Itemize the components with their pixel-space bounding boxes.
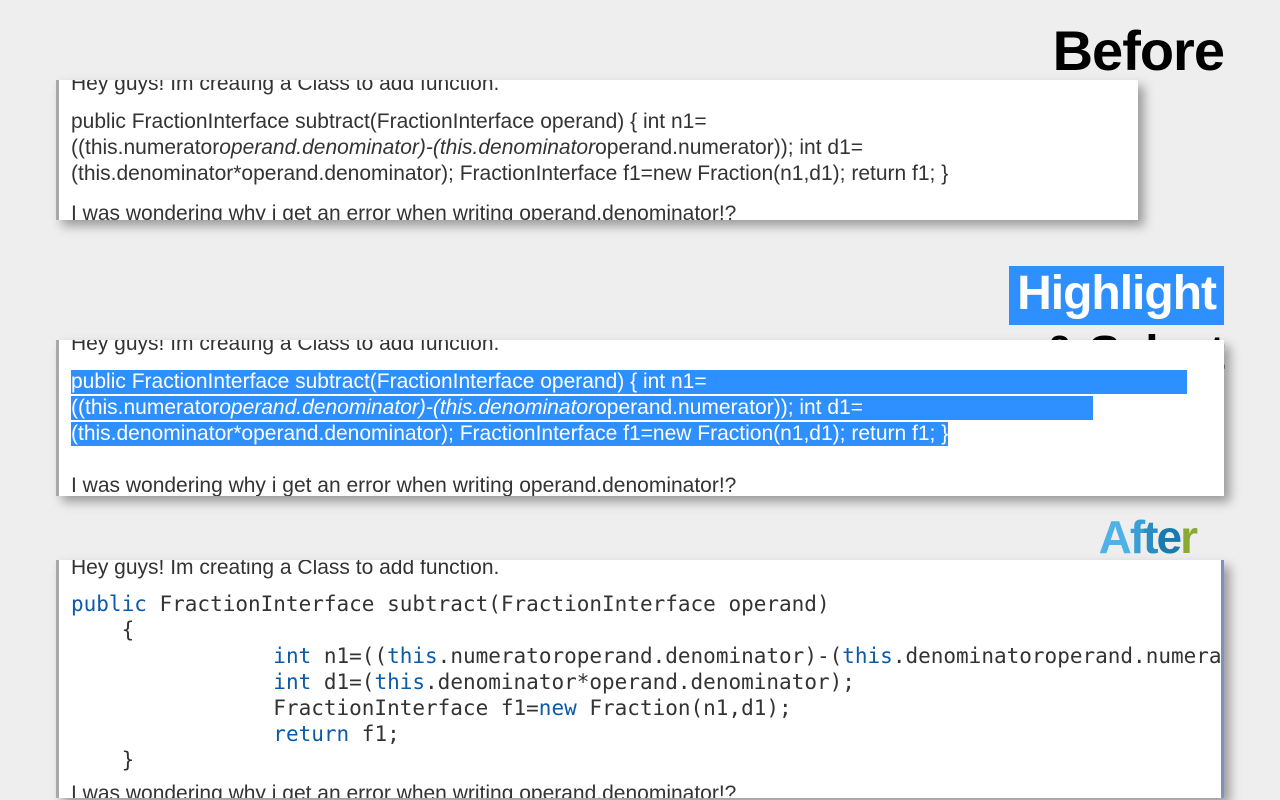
before-code-line-1: public FractionInterface subtract(Fracti… xyxy=(71,110,707,134)
outro-text: I was wondering why i get an error when … xyxy=(71,202,736,220)
after-code-line-5: FractionInterface f1=new Fraction(n1,d1)… xyxy=(71,696,792,720)
highlight-code-line-2[interactable]: ((this.numeratoroperand.denominator)-(th… xyxy=(71,396,1093,420)
before-code-line-2: ((this.numeratoroperand.denominator)-(th… xyxy=(71,136,863,160)
after-code-line-3: int n1=((this.numeratoroperand.denominat… xyxy=(71,644,1224,668)
panel-highlight: Hey guys! Im creating a Class to add fun… xyxy=(56,340,1224,496)
outro-text-3: I was wondering why i get an error when … xyxy=(71,782,736,798)
after-code-line-1: public FractionInterface subtract(Fracti… xyxy=(71,592,830,616)
after-code-line-6: return f1; xyxy=(71,722,400,746)
after-code-line-7: } xyxy=(71,748,134,772)
after-code-line-2: { xyxy=(71,618,134,642)
intro-text: Hey guys! Im creating a Class to add fun… xyxy=(71,80,499,96)
label-highlight: Highlight xyxy=(1009,266,1224,325)
panel-after: Hey guys! Im creating a Class to add fun… xyxy=(56,560,1224,798)
highlight-code-line-1[interactable]: public FractionInterface subtract(Fracti… xyxy=(71,370,1187,394)
highlight-code-line-3[interactable]: (this.denominator*operand.denominator); … xyxy=(71,422,948,446)
after-code-line-4: int d1=(this.denominator*operand.denomin… xyxy=(71,670,855,694)
panel-before: Hey guys! Im creating a Class to add fun… xyxy=(56,80,1138,220)
before-code-line-3: (this.denominator*operand.denominator); … xyxy=(71,162,948,186)
outro-text-2: I was wondering why i get an error when … xyxy=(71,474,736,496)
intro-text-3: Hey guys! Im creating a Class to add fun… xyxy=(71,560,499,580)
label-after: After xyxy=(1099,510,1196,564)
label-before: Before xyxy=(1053,18,1224,83)
intro-text-2: Hey guys! Im creating a Class to add fun… xyxy=(71,340,499,356)
